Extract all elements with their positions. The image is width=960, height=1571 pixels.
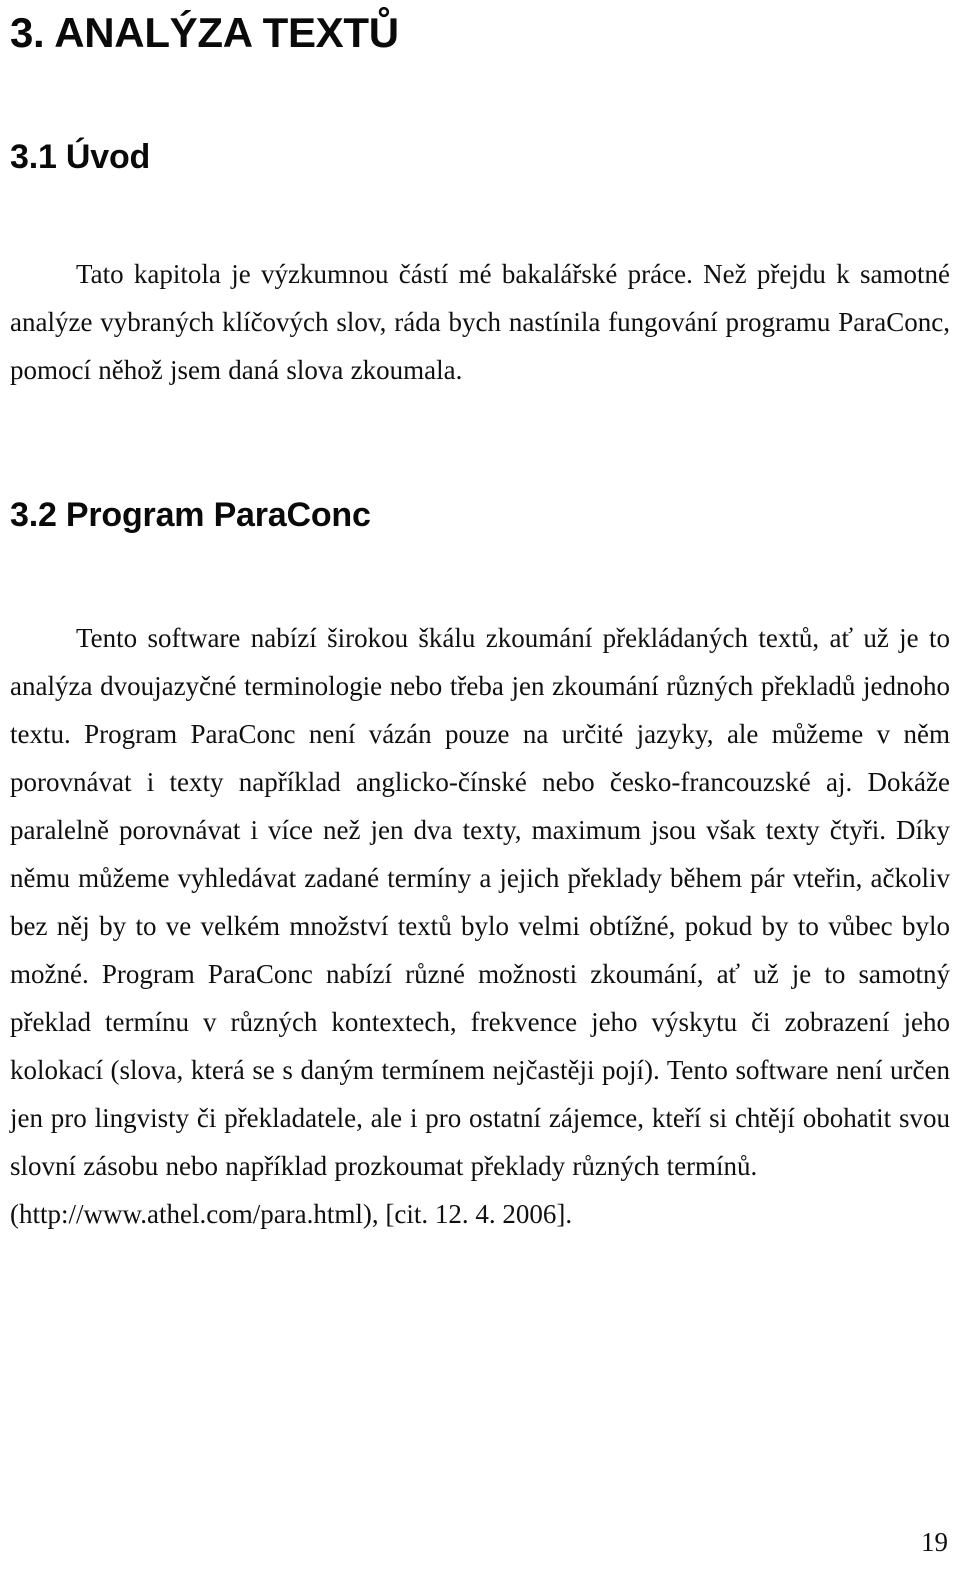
spacer-before-section-3-2 bbox=[10, 394, 950, 494]
paragraph-intro: Tato kapitola je výzkumnou částí mé baka… bbox=[10, 259, 950, 385]
spacer-after-section-3-2-heading bbox=[10, 536, 950, 614]
chapter-heading: 3. ANALÝZA TEXTŮ bbox=[10, 9, 399, 56]
section-heading-3-2: 3.2 Program ParaConc bbox=[10, 496, 371, 534]
paragraph-paraconc: Tento software nabízí širokou škálu zkou… bbox=[10, 623, 950, 1181]
page-content: 3. ANALÝZA TEXTŮ 3.1 Úvod Tato kapitola … bbox=[10, 0, 950, 1238]
paragraph-citation: (http://www.athel.com/para.html), [cit. … bbox=[10, 1199, 573, 1229]
spacer-after-chapter-heading bbox=[10, 58, 950, 136]
spacer-after-section-3-1-heading bbox=[10, 178, 950, 250]
section-heading-3-1: 3.1 Úvod bbox=[10, 138, 151, 176]
page-number: 19 bbox=[921, 1527, 948, 1557]
document-page: 3. ANALÝZA TEXTŮ 3.1 Úvod Tato kapitola … bbox=[0, 0, 960, 1571]
